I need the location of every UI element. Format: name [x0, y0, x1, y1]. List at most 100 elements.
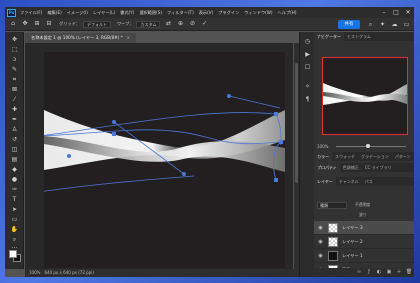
layer-row[interactable]: ◉ レイヤー 1	[314, 249, 414, 263]
layer-row[interactable]: ◉ レイヤー 2	[314, 235, 414, 249]
history-icon[interactable]: ◷	[303, 37, 312, 46]
menu-window[interactable]: ウィンドウ(W)	[244, 10, 272, 16]
layer-name: レイヤー 3	[342, 224, 363, 230]
zoom-slider-knob[interactable]	[365, 144, 370, 148]
tab-cc-libraries[interactable]: CC ライブラリ	[362, 163, 395, 172]
healing-brush-tool-icon[interactable]: ✚	[9, 106, 20, 114]
actions-icon[interactable]: ▶	[303, 50, 312, 59]
document-tab[interactable]: 名称未設定 1 @ 100% (レイヤー 3, RGB/8#) * ×	[25, 33, 137, 43]
move-tool-icon[interactable]: ✥	[9, 36, 20, 44]
new-layer-icon[interactable]: ＋	[394, 268, 404, 277]
warp-label: ワープ：	[116, 21, 134, 26]
menu-type[interactable]: 書式(Y)	[120, 10, 134, 16]
marquee-tool-icon[interactable]: ⬚	[9, 46, 20, 54]
home-icon[interactable]: ⌂	[9, 20, 17, 28]
crop-tool-icon[interactable]: ⌗	[9, 76, 20, 84]
move-tool-preset-icon[interactable]: ✥	[21, 20, 29, 28]
grid-select[interactable]: デフォルト	[82, 20, 111, 28]
tab-navigator[interactable]: ナビゲーター	[314, 32, 344, 41]
layer-thumbnail	[328, 250, 338, 261]
layer-thumbnail	[328, 222, 338, 233]
commit-transform-icon[interactable]: ✓	[200, 20, 208, 28]
menu-layer[interactable]: レイヤー(L)	[93, 10, 115, 16]
warp-split-vertical-icon[interactable]: ⊟	[45, 20, 53, 28]
menu-filter[interactable]: フィルター(T)	[167, 10, 194, 16]
reference-point-icon[interactable]: ⊕	[176, 20, 184, 28]
lasso-tool-icon[interactable]: ↄ	[9, 56, 20, 64]
warp-select[interactable]: カスタム	[136, 20, 161, 28]
visibility-eye-icon[interactable]: ◉	[316, 239, 325, 245]
document-size: 640 px x 640 px (72 ppi)	[44, 270, 94, 275]
layer-kind-select[interactable]: 種類	[317, 201, 347, 209]
link-layers-icon[interactable]: ∞	[354, 268, 364, 277]
path-select-tool-icon[interactable]: ➤	[9, 206, 20, 214]
close-window-button[interactable]: ✕	[402, 7, 414, 18]
quick-select-tool-icon[interactable]: ✎	[9, 66, 20, 74]
tab-paths[interactable]: パス	[362, 177, 376, 186]
tab-histogram[interactable]: ヒストグラム	[344, 32, 374, 41]
scrollbar-thumb[interactable]	[295, 63, 298, 183]
delete-layer-icon[interactable]: 🗑	[404, 268, 414, 277]
eraser-tool-icon[interactable]: ◫	[9, 146, 20, 154]
cloud-icon[interactable]: ☁	[390, 20, 399, 29]
tab-properties[interactable]: プロパティ	[314, 163, 340, 172]
canvas-workarea[interactable]	[25, 43, 293, 269]
photoshop-window: Ps ファイル(F) 編集(E) イメージ(I) レイヤー(L) 書式(Y) 選…	[5, 7, 414, 277]
brush-tool-icon[interactable]: ✒	[9, 116, 20, 124]
navigator-zoom-slider[interactable]	[336, 144, 406, 148]
zoom-level[interactable]: 100%	[29, 269, 40, 277]
menu-image[interactable]: イメージ(I)	[67, 10, 88, 16]
visibility-eye-icon[interactable]: ◉	[316, 253, 325, 259]
comments-icon[interactable]: ☐	[303, 63, 312, 72]
menu-edit[interactable]: 編集(E)	[47, 10, 61, 16]
foreground-color-swatch[interactable]	[9, 250, 17, 258]
adjustment-icon[interactable]: ✧	[303, 82, 312, 91]
new-group-icon[interactable]: ▣	[384, 268, 394, 277]
paragraph-icon[interactable]: ¶	[303, 95, 312, 104]
menu-view[interactable]: 表示(V)	[199, 10, 214, 16]
layer-row[interactable]: ◉ レイヤー 3	[314, 221, 414, 235]
navigator-zoom-percent[interactable]: 100%	[317, 144, 328, 149]
add-mask-icon[interactable]: ◐	[374, 268, 384, 277]
navigator-preview[interactable]	[322, 57, 408, 135]
change-orientation-icon[interactable]: ⇄	[164, 20, 172, 28]
window-controls: – □ ✕	[378, 7, 414, 18]
menu-bar: Ps ファイル(F) 編集(E) イメージ(I) レイヤー(L) 書式(Y) 選…	[5, 7, 414, 18]
main-menu: ファイル(F) 編集(E) イメージ(I) レイヤー(L) 書式(Y) 選択範囲…	[20, 10, 302, 16]
menu-select[interactable]: 選択範囲(S)	[139, 10, 162, 16]
menu-file[interactable]: ファイル(F)	[20, 10, 42, 16]
tab-channels[interactable]: チャンネル	[336, 177, 362, 186]
share-button[interactable]: 共有	[338, 20, 360, 29]
workspace-icon[interactable]: ▭	[402, 20, 411, 29]
frame-tool-icon[interactable]: ⊠	[9, 86, 20, 94]
gradient-tool-icon[interactable]: ▤	[9, 156, 20, 164]
tools-panel: ✥ ⬚ ↄ ✎ ⌗ ⊠ ⁄ ✚ ✒ ♙ ↺ ◫ ▤ ◆ ● ✑ T ➤ ▭ ✋ …	[5, 32, 24, 269]
tab-layers[interactable]: レイヤー	[314, 177, 336, 186]
dodge-tool-icon[interactable]: ●	[9, 176, 20, 184]
pen-tool-icon[interactable]: ✑	[9, 186, 20, 194]
tab-swatches[interactable]: スウォッチ	[332, 152, 358, 161]
type-tool-icon[interactable]: T	[9, 196, 20, 204]
clone-stamp-tool-icon[interactable]: ♙	[9, 126, 20, 134]
visibility-eye-icon[interactable]: ◉	[316, 225, 325, 231]
hand-tool-icon[interactable]: ✋	[9, 226, 20, 234]
menu-plugins[interactable]: プラグイン	[218, 10, 239, 16]
close-document-icon[interactable]: ×	[127, 35, 131, 40]
document-canvas[interactable]	[44, 52, 285, 268]
cancel-transform-icon[interactable]: ⊘	[188, 20, 196, 28]
search-icon[interactable]: ⌕	[366, 20, 375, 29]
tab-gradients[interactable]: グラデーション	[358, 152, 392, 161]
eyedropper-tool-icon[interactable]: ⁄	[9, 96, 20, 104]
history-brush-tool-icon[interactable]: ↺	[9, 136, 20, 144]
tab-adjustments[interactable]: 色調補正	[340, 163, 362, 172]
menu-help[interactable]: ヘルプ(H)	[278, 10, 297, 16]
layer-style-icon[interactable]: ƒ	[364, 268, 374, 277]
tab-color[interactable]: カラー	[314, 152, 332, 161]
tab-patterns[interactable]: パターン	[392, 152, 414, 161]
rectangle-tool-icon[interactable]: ▭	[9, 216, 20, 224]
warp-split-icon[interactable]: ⊞	[33, 20, 41, 28]
minimize-button[interactable]: –	[378, 7, 390, 18]
maximize-button[interactable]: □	[390, 7, 402, 18]
blur-tool-icon[interactable]: ◆	[9, 166, 20, 174]
learn-icon[interactable]: ✦	[378, 20, 387, 29]
